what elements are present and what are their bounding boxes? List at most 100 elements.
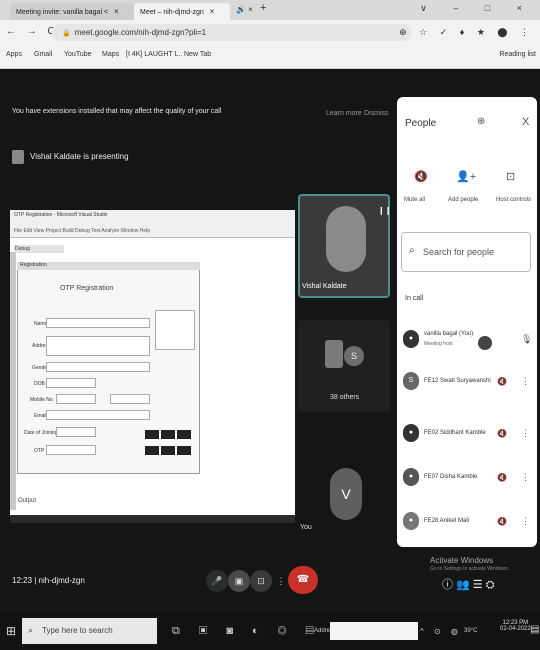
reading-list[interactable]: Reading list (499, 51, 536, 58)
form-field (56, 394, 96, 404)
learn-more-link[interactable]: Learn more (326, 110, 362, 117)
muted-mic-icon: 🔇 (497, 377, 507, 386)
camera-button[interactable]: ▣ (228, 570, 250, 592)
participant-avatar: ● (403, 468, 419, 486)
tab-meeting-invite[interactable]: Meeting invite: vanilla bagal < × (10, 3, 134, 20)
shared-output-label: Output (18, 498, 37, 504)
form-button (145, 430, 159, 439)
form-label: OTP (34, 448, 45, 454)
tab-label: Meeting invite: vanilla bagal < (16, 9, 109, 16)
add-people-label[interactable]: Add people (448, 197, 478, 203)
bookmark-apps[interactable]: Apps (6, 51, 22, 58)
more-options-icon[interactable] (478, 336, 492, 350)
notification-icon[interactable]: ▤ (530, 624, 539, 635)
participant-avatar: ● (403, 330, 419, 348)
form-button (177, 430, 191, 439)
form-field (56, 427, 96, 437)
mute-all-icon[interactable]: 🔇 (414, 170, 428, 183)
others-count: 38 others (330, 394, 360, 401)
self-avatar[interactable]: V (330, 468, 362, 520)
close-panel-button[interactable]: X (522, 116, 529, 128)
people-search-placeholder: Search for people (423, 247, 495, 257)
weather-temp[interactable]: 39°C (464, 628, 477, 634)
new-tab-button[interactable]: + (260, 2, 266, 14)
form-field (46, 410, 150, 420)
form-label: Email (34, 413, 47, 419)
mute-all-label[interactable]: Mute all (404, 197, 425, 203)
form-field (110, 394, 150, 404)
meeting-side-controls[interactable]: ⓘ 👥 ☰ ⛭ (442, 576, 495, 592)
presenter-avatar (12, 150, 24, 164)
more-options-icon[interactable]: ⋮ (521, 376, 530, 387)
participant-name: FE28 Aniket Mali (424, 518, 470, 524)
form-button (145, 446, 159, 455)
form-button (161, 430, 175, 439)
taskbar-app-icons[interactable]: ⧉ ▣ ◙ ◐ ◎ ▤ (172, 625, 322, 638)
registration-form-title: OTP Registration (60, 285, 114, 292)
shared-window-menu: File Edit View Project Build Debug Test … (14, 228, 150, 234)
add-person-icon[interactable]: ⊕ (477, 116, 485, 127)
form-field (46, 318, 150, 328)
search-icon: ⌕ (409, 245, 415, 256)
participant-name: FE02 Siddhant Kamble (424, 430, 486, 436)
form-label: DOB (34, 381, 45, 387)
system-tray-icons[interactable]: ^ ⊙ ◍ (420, 627, 462, 636)
close-icon[interactable]: × (114, 7, 119, 16)
form-label: Date of Joining (24, 430, 58, 436)
url-field[interactable]: 🔒 meet.google.com/nih-djmd-zgn?pli=1 (52, 24, 412, 41)
url-text: meet.google.com/nih-djmd-zgn?pli=1 (74, 28, 207, 37)
bookmark-youtube[interactable]: YouTube (64, 51, 92, 58)
bookmark-new-tab[interactable]: New Tab (184, 51, 211, 58)
address-toolbar-input[interactable] (330, 622, 418, 640)
shared-side-strip (10, 252, 16, 510)
participant-photo (325, 340, 343, 368)
form-photo-box (155, 310, 195, 350)
form-field (46, 362, 150, 372)
taskbar-search[interactable]: Type here to search (22, 618, 157, 644)
presenter-photo (326, 206, 366, 272)
tab-audio-icon[interactable]: 🔊 × (236, 5, 253, 14)
present-button[interactable]: ⊡ (250, 570, 272, 592)
shared-toolbar-field: Debug (14, 245, 64, 253)
dismiss-button[interactable]: Dismiss (364, 110, 389, 117)
lock-icon: 🔒 (62, 30, 71, 37)
extension-icons[interactable]: ⊕ ☆ ✓ ♦ ★ ⬤ ⋮ (399, 27, 534, 38)
presenting-banner: Vishal Kaldate is presenting (12, 150, 129, 164)
more-options-icon[interactable]: ⋮ (521, 428, 530, 439)
participant-role: Meeting host (424, 341, 453, 347)
shared-taskbar (10, 515, 295, 523)
presenter-name: Vishal Kaldate (302, 283, 347, 290)
mic-button[interactable]: 🎤 (206, 570, 228, 592)
more-options-icon[interactable]: ⋮ (521, 472, 530, 483)
host-controls-label[interactable]: Host controls (496, 197, 531, 203)
taskbar-clock[interactable]: 12:23 PM 02-04-2022 (500, 620, 531, 632)
end-call-button[interactable]: ☎ (288, 566, 318, 594)
pin-icon[interactable]: 🎙 (521, 334, 532, 345)
participant-name: vanilla bagal (You) (424, 331, 474, 337)
panel-title: People (405, 118, 437, 129)
window-controls[interactable]: ∨ – □ × (420, 3, 534, 14)
presenting-text: Vishal Kaldate is presenting (30, 152, 129, 162)
activate-windows-watermark: Activate Windows (430, 556, 494, 565)
participant-avatar: S (403, 372, 419, 390)
bookmark-laught[interactable]: [I 4K] LAUGHT L.. (126, 51, 182, 58)
participant-avatar: ● (403, 424, 419, 442)
start-icon[interactable]: ⊞ (6, 624, 16, 638)
form-button (177, 446, 191, 455)
tab-meet[interactable]: Meet – nih-djmd-zgn × (134, 3, 230, 20)
participant-avatar: S (344, 346, 364, 366)
bookmark-gmail[interactable]: Gmail (34, 51, 52, 58)
close-icon[interactable]: × (210, 7, 215, 16)
shared-window-title: OTP Registration - Microsoft Visual Stud… (14, 212, 108, 218)
speaking-icon: ❙❙ (378, 206, 392, 215)
bookmark-maps[interactable]: Maps (102, 51, 119, 58)
form-button (161, 446, 175, 455)
more-options-icon[interactable]: ⋮ (521, 516, 530, 527)
muted-mic-icon: 🔇 (497, 517, 507, 526)
muted-mic-icon: 🔇 (497, 473, 507, 482)
self-caption: You (300, 524, 312, 531)
activate-windows-sub: Go to Settings to activate Windows. (430, 566, 509, 572)
host-controls-icon[interactable]: ⊡ (506, 170, 515, 183)
add-people-icon[interactable]: 👤+ (456, 170, 476, 183)
participant-name: FE12 Swati Suryawanshi (424, 378, 491, 384)
